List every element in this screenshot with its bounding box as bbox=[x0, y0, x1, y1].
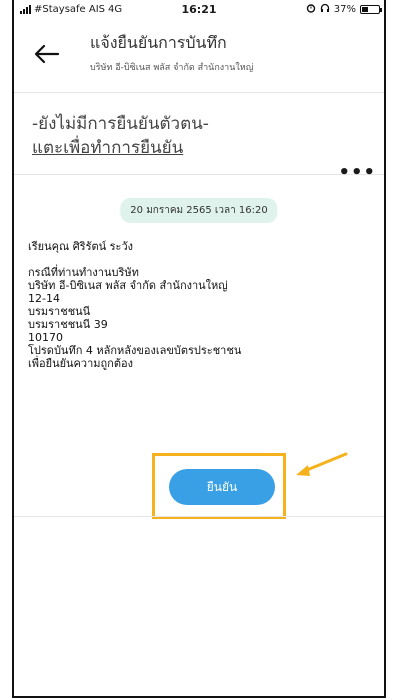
verification-status: -ยังไม่มีการยืนยันตัวตน- bbox=[32, 114, 209, 134]
date-badge: 20 มกราคม 2565 เวลา 16:20 bbox=[120, 198, 278, 223]
message-line: เพื่อยืนยันความถูกต้อง bbox=[28, 357, 133, 370]
page-subtitle: บริษัท อี-บิซิเนส พลัส จำกัด สำนักงานใหญ… bbox=[90, 63, 254, 73]
alarm-icon bbox=[306, 3, 316, 16]
section-divider bbox=[14, 174, 384, 175]
header-divider bbox=[14, 92, 384, 93]
message-line: บริษัท อี-บิซิเนส พลัส จำกัด สำนักงานใหญ… bbox=[28, 279, 228, 292]
battery-icon bbox=[360, 5, 382, 14]
confirm-button[interactable]: ยืนยัน bbox=[169, 469, 275, 505]
status-bar: #Staysafe AIS 4G 16:21 37% bbox=[14, 0, 384, 20]
back-arrow-icon[interactable] bbox=[34, 44, 60, 64]
message-body: เรียนคุณ ศิริรัตน์ ระวัง กรณีที่ท่านทำงา… bbox=[28, 240, 370, 370]
message-line: 10170 bbox=[28, 331, 63, 344]
pointer-arrow-icon bbox=[288, 448, 352, 484]
headphones-icon bbox=[320, 3, 330, 16]
page-title: แจ้งยืนยันการบันทึก bbox=[90, 33, 227, 52]
phone-screen: #Staysafe AIS 4G 16:21 37% แจ้งยืนยันการ… bbox=[12, 0, 386, 698]
footer-divider bbox=[14, 516, 384, 517]
message-line: 12-14 bbox=[28, 292, 60, 305]
more-menu-icon[interactable]: ••• bbox=[338, 162, 376, 183]
message-line: บรมราชชนนี 39 bbox=[28, 318, 108, 331]
message-line: โปรดบันทึก 4 หลักหลังของเลขบัตรประชาชน bbox=[28, 344, 242, 357]
message-greeting: เรียนคุณ ศิริรัตน์ ระวัง bbox=[28, 240, 134, 253]
highlight-box: ยืนยัน bbox=[152, 453, 286, 519]
message-line: กรณีที่ท่านทำงานบริษัท bbox=[28, 266, 139, 279]
verify-link[interactable]: แตะเพื่อทำการยืนยัน bbox=[32, 134, 183, 161]
message-line: บรมราชชนนี bbox=[28, 305, 91, 318]
battery-percent: 37% bbox=[333, 4, 356, 15]
header: แจ้งยืนยันการบันทึก บริษัท อี-บิซิเนส พล… bbox=[14, 22, 384, 80]
